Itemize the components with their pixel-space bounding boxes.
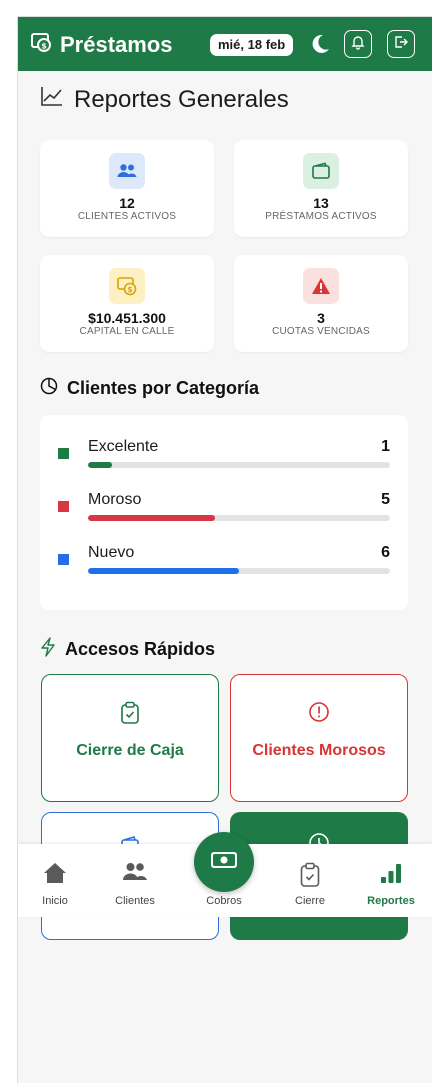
stat-label: CAPITAL EN CALLE [79,326,175,337]
legend-square [58,501,69,512]
progress-track [88,462,390,468]
users-icon [109,153,145,189]
categories-card: Excelente 1 Moroso 5 Nuevo 6 [40,415,408,610]
bell-icon [350,34,366,55]
category-row[interactable]: Excelente 1 [40,432,408,472]
svg-text:$: $ [41,42,47,51]
legend-square [58,554,69,565]
bar-chart-icon [351,862,431,884]
clientes-morosos-button[interactable]: Clientes Morosos [230,674,408,802]
cash-icon [210,850,238,875]
notifications-button[interactable] [344,30,372,58]
warning-icon [303,268,339,304]
category-count: 1 [381,438,390,455]
stat-value: 3 [317,310,325,326]
page-title: Reportes Generales [40,85,289,114]
home-icon [18,862,95,884]
stat-value: 13 [313,195,329,211]
date-badge: mié, 18 feb [210,34,294,56]
app-header: $ Préstamos mié, 18 feb [18,17,432,71]
progress-fill [88,462,113,468]
progress-fill [88,515,215,521]
brand[interactable]: $ Préstamos [30,31,173,59]
money-logo-icon: $ [30,31,60,59]
progress-fill [88,568,239,574]
stat-card-capital[interactable]: $ $10.451.300 CAPITAL EN CALLE [40,255,214,352]
clipboard-check-icon [270,862,350,888]
category-name: Moroso [88,491,142,508]
progress-track [88,568,390,574]
lightning-icon [40,637,65,662]
category-row[interactable]: Moroso 5 [40,485,408,525]
nav-item-clientes[interactable]: Clientes [95,844,175,917]
quick-access-title: Accesos Rápidos [40,637,215,662]
cobros-fab[interactable] [194,832,254,892]
legend-square [58,448,69,459]
stat-card-clientes[interactable]: 12 CLIENTES ACTIVOS [40,140,214,237]
category-count: 5 [381,491,390,508]
svg-text:$: $ [127,285,132,294]
cierre-de-caja-button[interactable]: Cierre de Caja [41,674,219,802]
alert-circle-icon [231,701,407,723]
users-icon [95,862,175,882]
logout-button[interactable] [387,30,415,58]
app-frame: $ Préstamos mié, 18 feb Reportes General… [17,16,432,1083]
money-icon: $ [109,268,145,304]
pie-chart-icon [40,377,67,400]
stat-card-prestamos[interactable]: 13 PRÉSTAMOS ACTIVOS [234,140,408,237]
category-name: Nuevo [88,544,135,561]
stat-value: 12 [119,195,135,211]
stat-label: CUOTAS VENCIDAS [272,326,370,337]
stat-value: $10.451.300 [88,310,166,326]
stat-card-vencidas[interactable]: 3 CUOTAS VENCIDAS [234,255,408,352]
app-title: Préstamos [60,32,173,57]
category-count: 6 [381,544,390,561]
clipboard-check-icon [42,701,218,725]
moon-icon[interactable] [308,32,332,56]
progress-track [88,515,390,521]
category-name: Excelente [88,438,159,455]
nav-item-cierre[interactable]: Cierre [270,844,350,917]
nav-item-reportes[interactable]: Reportes [351,844,431,917]
stat-label: CLIENTES ACTIVOS [77,211,177,222]
nav-item-inicio[interactable]: Inicio [18,844,95,917]
chart-line-icon [40,85,74,114]
logout-icon [393,34,409,55]
wallet-icon [303,153,339,189]
category-row[interactable]: Nuevo 6 [40,538,408,578]
categories-title: Clientes por Categoría [40,377,259,400]
stat-label: PRÉSTAMOS ACTIVOS [265,211,377,222]
